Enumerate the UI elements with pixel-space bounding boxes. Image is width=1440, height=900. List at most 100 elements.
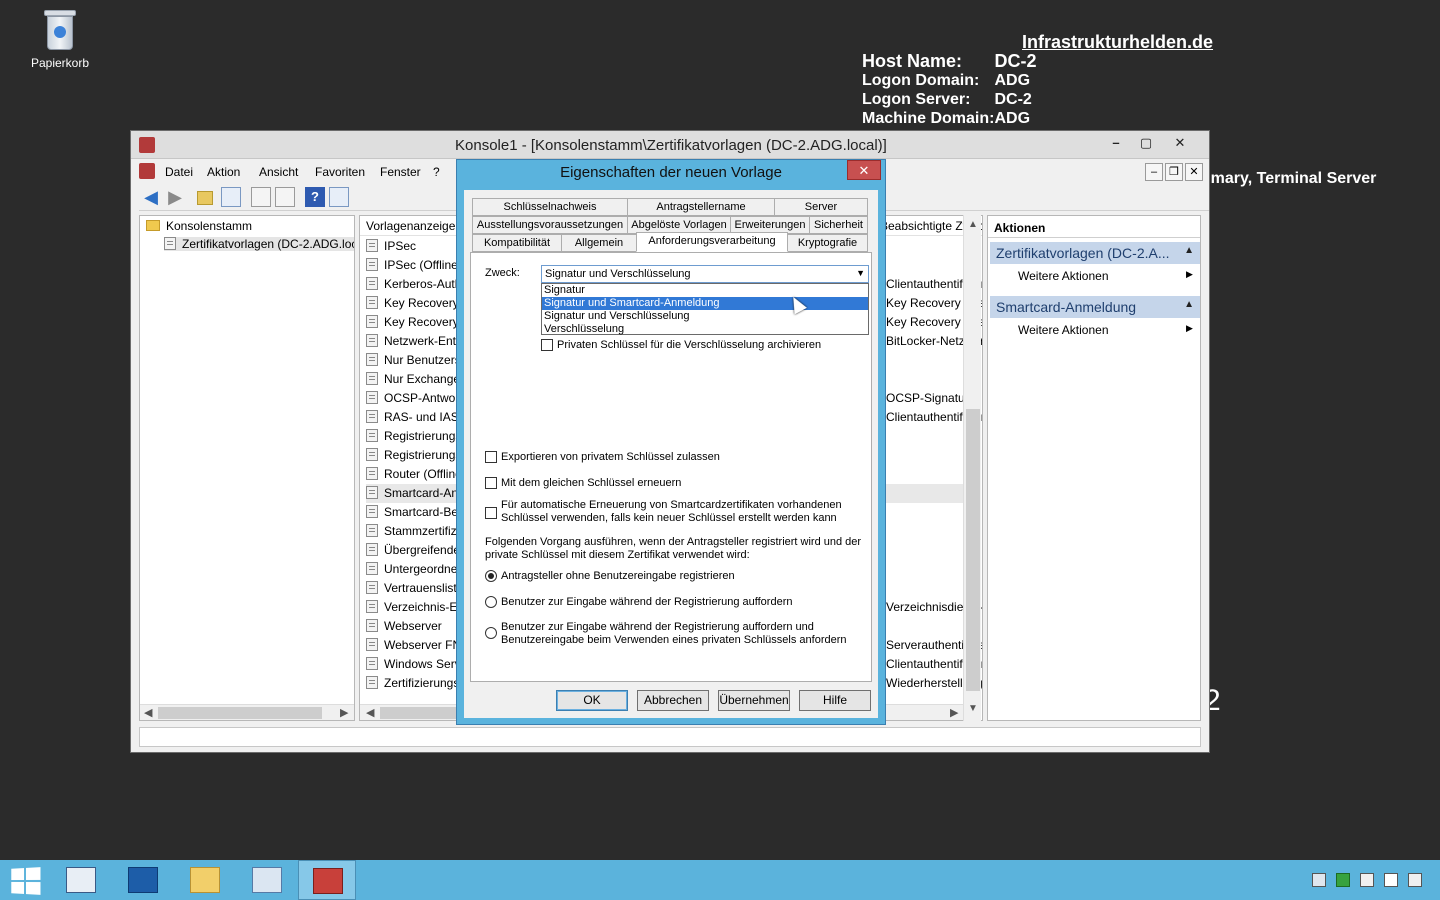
export-key-checkbox[interactable] xyxy=(485,451,497,463)
tray-network-icon[interactable] xyxy=(1312,873,1326,887)
ok-button[interactable]: OK xyxy=(556,690,628,711)
tray-computer-icon[interactable] xyxy=(1360,873,1374,887)
help-button[interactable]: Hilfe xyxy=(799,690,871,711)
folder-icon xyxy=(146,220,160,231)
auto-renew-label-line2: Schlüssel verwenden, falls kein neuer Sc… xyxy=(501,512,837,524)
recycle-bin-label: Papierkorb xyxy=(30,56,90,70)
dialog-close-button[interactable]: ✕ xyxy=(847,160,881,180)
tab-sicherheit[interactable]: Sicherheit xyxy=(809,216,868,234)
folder-icon xyxy=(190,867,220,893)
menu-favoriten[interactable]: Favoriten xyxy=(315,165,365,179)
cancel-button[interactable]: Abbrechen xyxy=(637,690,709,711)
bginfo-value: DC-2 xyxy=(994,91,1032,108)
menu-datei[interactable]: Datei xyxy=(165,165,193,179)
taskbar-control-panel[interactable] xyxy=(238,860,296,900)
export-key-label: Exportieren von privatem Schlüssel zulas… xyxy=(501,451,720,463)
forward-arrow-icon[interactable]: ▶ xyxy=(165,187,185,207)
action-pane-icon[interactable] xyxy=(329,187,349,207)
apply-button[interactable]: Übernehmen xyxy=(718,690,790,711)
renew-same-key-checkbox[interactable] xyxy=(485,477,497,489)
template-properties-dialog: Eigenschaften der neuen Vorlage ✕ Schlüs… xyxy=(456,159,886,725)
dialog-title: Eigenschaften der neuen Vorlage xyxy=(560,164,782,181)
inner-close-button[interactable]: ✕ xyxy=(1185,163,1203,181)
tree-horizontal-scrollbar[interactable]: ◀ ▶ xyxy=(140,704,354,720)
properties-icon[interactable] xyxy=(251,187,271,207)
recycle-bin-shortcut[interactable]: Papierkorb xyxy=(22,8,98,70)
windows-logo-icon xyxy=(11,867,41,895)
tab-server[interactable]: Server xyxy=(774,198,868,216)
purpose-option-signatur-smartcard[interactable]: Signatur und Smartcard-Anmeldung xyxy=(542,297,868,310)
powershell-icon xyxy=(128,867,158,893)
process-text-line1: Folgenden Vorgang ausführen, wenn der An… xyxy=(485,536,862,548)
enroll-without-input-radio[interactable] xyxy=(485,570,497,582)
taskbar-powershell[interactable] xyxy=(114,860,172,900)
list-vertical-scrollbar[interactable]: ▲ ▼ xyxy=(963,215,981,721)
close-button[interactable]: ✕ xyxy=(1165,133,1195,153)
certificate-template-icon xyxy=(366,334,378,347)
taskbar-server-manager[interactable] xyxy=(52,860,110,900)
auto-renew-checkbox[interactable] xyxy=(485,507,497,519)
inner-minimize-button[interactable]: – xyxy=(1145,163,1163,181)
maximize-button[interactable]: ▢ xyxy=(1131,133,1161,153)
tab-kryptografie[interactable]: Kryptografie xyxy=(787,234,868,252)
menu-help[interactable]: ? xyxy=(433,165,440,179)
mmc-titlebar[interactable]: Konsole1 - [Konsolenstamm\Zertifikatvorl… xyxy=(131,131,1209,159)
tree-item-zertifikatvorlagen[interactable]: Zertifikatvorlagen (DC-2.ADG.local) xyxy=(164,237,354,251)
tab-anforderungsverarbeitung[interactable]: Anforderungsverarbeitung xyxy=(636,232,788,252)
certificate-template-icon xyxy=(366,486,378,499)
action-group-smartcard[interactable]: Smartcard-Anmeldung ▲ xyxy=(990,296,1200,318)
bginfo-key: Logon Domain: xyxy=(862,72,980,89)
more-actions-templates[interactable]: Weitere Aktionen ▶ xyxy=(1018,269,1193,283)
menu-fenster[interactable]: Fenster xyxy=(380,165,421,179)
start-button[interactable] xyxy=(0,860,58,900)
back-arrow-icon[interactable]: ◀ xyxy=(141,187,161,207)
tab-antragstellername[interactable]: Antragstellername xyxy=(627,198,775,216)
prompt-during-enroll-label: Benutzer zur Eingabe während der Registr… xyxy=(501,596,793,608)
purpose-option-signatur[interactable]: Signatur xyxy=(542,284,868,297)
more-actions-smartcard[interactable]: Weitere Aktionen ▶ xyxy=(1018,323,1193,337)
actions-pane: Aktionen Zertifikatvorlagen (DC-2.A... ▲ … xyxy=(987,215,1201,721)
export-list-icon[interactable] xyxy=(275,187,295,207)
taskbar-mmc[interactable] xyxy=(298,860,356,900)
taskbar-explorer[interactable] xyxy=(176,860,234,900)
scroll-thumb[interactable] xyxy=(966,409,980,691)
tab-kompatibilitaet[interactable]: Kompatibilität xyxy=(472,234,562,252)
tree-item-konsolenstamm[interactable]: Konsolenstamm xyxy=(146,219,252,233)
bginfo-key: Host Name: xyxy=(862,51,963,71)
certificate-template-icon xyxy=(366,296,378,309)
bginfo-key: Logon Server: xyxy=(862,91,971,108)
prompt-during-enroll-radio[interactable] xyxy=(485,596,497,608)
prompt-and-key-use-radio[interactable] xyxy=(485,627,497,639)
mmc-app-icon xyxy=(139,137,155,153)
inner-restore-button[interactable]: ❐ xyxy=(1165,163,1183,181)
process-text-line2: private Schlüssel mit diesem Zertifikat … xyxy=(485,549,750,561)
tab-allgemein[interactable]: Allgemein xyxy=(561,234,637,252)
archive-key-checkbox[interactable] xyxy=(541,339,553,351)
purpose-select[interactable]: Signatur und Verschlüsselung ▼ xyxy=(541,265,869,283)
purpose-option-verschluesselung[interactable]: Verschlüsselung xyxy=(542,323,868,336)
minimize-button[interactable]: – xyxy=(1101,133,1131,153)
purpose-label: Zweck: xyxy=(485,267,520,279)
template-purpose: OCSP-Signatur xyxy=(886,391,969,405)
menu-ansicht[interactable]: Ansicht xyxy=(259,165,298,179)
menu-aktion[interactable]: Aktion xyxy=(207,165,240,179)
certificate-template-icon xyxy=(366,315,378,328)
certificate-template-icon xyxy=(366,467,378,480)
tab-ausstellungsvoraussetzungen[interactable]: Ausstellungsvoraussetzungen xyxy=(472,216,628,234)
control-panel-icon xyxy=(252,867,282,893)
bginfo-roles: rimary, Terminal Server xyxy=(1200,170,1377,187)
up-folder-icon[interactable] xyxy=(197,191,213,205)
action-group-title: Zertifikatvorlagen (DC-2.A... xyxy=(996,245,1170,261)
action-group-templates[interactable]: Zertifikatvorlagen (DC-2.A... ▲ xyxy=(990,242,1200,264)
tray-update-icon[interactable] xyxy=(1336,873,1350,887)
help-icon[interactable]: ? xyxy=(305,187,325,207)
purpose-option-signatur-verschluesselung[interactable]: Signatur und Verschlüsselung xyxy=(542,310,868,323)
volume-muted-icon[interactable] xyxy=(1408,873,1422,887)
certificate-template-icon xyxy=(366,391,378,404)
collapse-icon[interactable]: ▲ xyxy=(1184,299,1194,310)
flag-icon[interactable] xyxy=(1384,873,1398,887)
tab-schluesselnachweis[interactable]: Schlüsselnachweis xyxy=(472,198,628,216)
show-tree-icon[interactable] xyxy=(221,187,241,207)
collapse-icon[interactable]: ▲ xyxy=(1184,245,1194,256)
console-icon[interactable] xyxy=(139,163,155,179)
